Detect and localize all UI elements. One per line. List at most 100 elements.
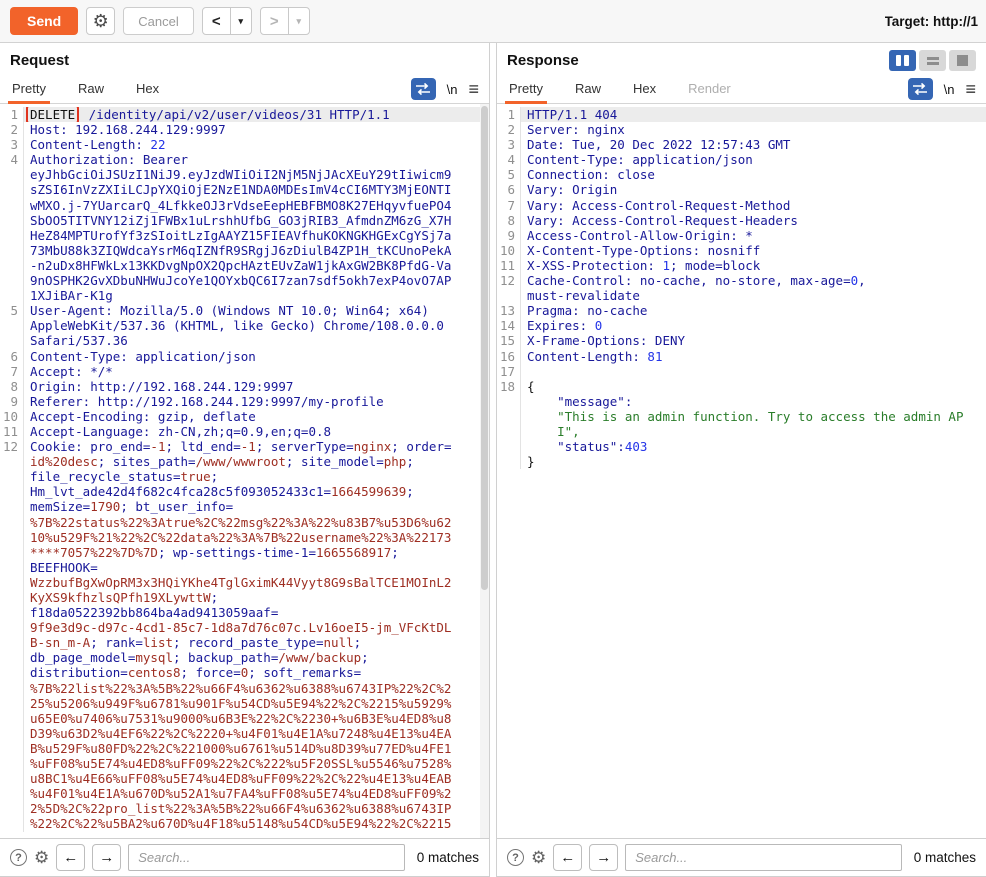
code-row: 8 Vary: Access-Control-Request-Headers <box>497 212 986 228</box>
code-line: Safari/537.36 <box>23 333 489 349</box>
code-row: 18 { <box>497 378 986 394</box>
code-line: distribution=centos8; force=0; soft_rema… <box>23 665 489 681</box>
code-token: ; backup_path= <box>173 650 279 666</box>
line-number: 10 <box>2 408 18 424</box>
columns-icon <box>904 55 909 66</box>
editor-menu-button[interactable]: ≡ <box>965 80 976 98</box>
code-row: B-sn_m-A; rank=list; record_paste_type=n… <box>0 635 489 651</box>
code-row: file_recycle_status=true; <box>0 469 489 485</box>
tab-render[interactable]: Render <box>686 81 733 103</box>
code-token: f18da0522392bb864ba4ad9413059aaf= <box>30 605 279 621</box>
wrap-arrows-icon <box>416 82 431 96</box>
request-scrollbar[interactable] <box>480 104 489 838</box>
code-row: "status":403 <box>497 439 986 455</box>
code-token: u8BC1%u4E66%uFF08%u5E74%u4ED8%uFF09%22%2… <box>30 771 452 787</box>
response-editor[interactable]: 1 HTTP/1.1 404 2 Server: nginx 3 Date: Tue, 2… <box>497 104 986 838</box>
line-number <box>0 530 23 545</box>
code-token: SbOO5TITVNY12iZj1FWBx1uLrshhUfbG_GO3jRIB… <box>30 212 452 228</box>
code-line: 9f9e3d9c-d97c-4cd1-85c7-1d8a7d76c07c.Lv1… <box>23 620 489 636</box>
line-number <box>0 771 23 786</box>
code-line: BEEFHOOK= <box>23 559 489 575</box>
code-token: Connection: close <box>527 167 655 183</box>
tab-pretty[interactable]: Pretty <box>505 81 547 104</box>
code-row: 5 User-Agent: Mozilla/5.0 (Windows NT 10.… <box>0 303 489 319</box>
code-token: 0 <box>850 273 859 289</box>
code-row: 7 Vary: Access-Control-Request-Method <box>497 197 986 213</box>
response-title: Response <box>507 52 579 69</box>
line-number <box>0 801 23 816</box>
code-line: %22%2C%22%u5BA2%u670D%u4F18%u5148%u54CD%… <box>23 816 489 832</box>
request-tabrow: Pretty Raw Hex \n ≡ <box>0 77 489 104</box>
arrow-left-icon: ← <box>63 849 79 866</box>
code-line: Vary: Access-Control-Request-Method <box>520 197 986 213</box>
code-token: Server: nginx <box>527 122 625 138</box>
show-newlines-toggle[interactable]: \n <box>944 82 955 97</box>
code-row: 12 Cache-Control: no-cache, no-store, max… <box>497 273 986 289</box>
code-row: B%u529F%u80FD%22%2C%221000%u6761%u514D%u… <box>0 740 489 757</box>
code-line: %7B%22status%22%3Atrue%2C%22msg%22%3A%22… <box>23 514 489 530</box>
code-line: B%u529F%u80FD%22%2C%221000%u6761%u514D%u… <box>23 740 489 757</box>
tab-raw[interactable]: Raw <box>573 81 603 103</box>
search-next-button[interactable]: → <box>589 844 619 871</box>
word-wrap-toggle-button[interactable] <box>907 78 933 100</box>
word-wrap-toggle-button[interactable] <box>410 78 436 100</box>
layout-single-button[interactable] <box>949 50 976 71</box>
line-number <box>0 741 23 756</box>
editor-menu-button[interactable]: ≡ <box>468 80 479 98</box>
tab-hex[interactable]: Hex <box>134 81 161 103</box>
code-line: ****7057%22%7D%7D; wp-settings-time-1=16… <box>23 544 489 560</box>
search-settings-icon[interactable]: ⚙ <box>34 849 49 866</box>
code-line: eyJhbGciOiJSUzI1NiJ9.eyJzdWIiOiI2NjM5NjJ… <box>23 167 489 183</box>
send-settings-button[interactable]: ⚙ <box>86 7 116 35</box>
tab-raw[interactable]: Raw <box>76 81 106 103</box>
line-number <box>0 454 23 469</box>
search-prev-button[interactable]: ← <box>56 844 86 871</box>
line-number: 3 <box>10 137 18 153</box>
code-row: %u4F01%u4E1A%u670D%u52A1%u7FA4%uFF08%u5E… <box>0 786 489 802</box>
line-number <box>0 258 23 273</box>
code-row: 9f9e3d9c-d97c-4cd1-85c7-1d8a7d76c07c.Lv1… <box>0 620 489 636</box>
help-icon[interactable]: ? <box>10 849 27 866</box>
request-search-input[interactable] <box>128 844 405 871</box>
line-number: 18 <box>499 378 515 394</box>
code-line: X-Frame-Options: DENY <box>520 333 986 349</box>
search-prev-button[interactable]: ← <box>553 844 583 871</box>
request-editor[interactable]: 1 DELETE /identity/api/v2/user/videos/31 … <box>0 104 489 838</box>
code-row: "message": <box>497 393 986 409</box>
code-line: 25%u5206%u949F%u6781%u901F%u54CD%u5E94%2… <box>23 695 489 711</box>
code-token: 9nOSPHK2GvXDbuNHWuJcoYe1QOYxbQC6I7zan7sd… <box>30 273 452 289</box>
back-button[interactable]: < <box>203 8 230 34</box>
cancel-button[interactable]: Cancel <box>123 7 194 35</box>
response-search-input[interactable] <box>625 844 902 871</box>
code-row: Safari/537.36 <box>0 333 489 349</box>
line-number <box>0 560 23 575</box>
scrollbar-thumb[interactable] <box>481 106 488 591</box>
search-next-button[interactable]: → <box>92 844 122 871</box>
layout-columns-button[interactable] <box>889 50 916 71</box>
tab-hex[interactable]: Hex <box>631 81 658 103</box>
code-row: I", <box>497 423 986 440</box>
back-history-dropdown[interactable]: ▾ <box>229 8 251 34</box>
code-token: HeZ84MPTUrofYf3zSIoitLzIgAAYZ15FIEAVfhuK… <box>30 227 452 243</box>
back-arrow-icon: < <box>211 12 221 30</box>
send-button[interactable]: Send <box>10 7 79 35</box>
line-number <box>497 439 520 454</box>
search-settings-icon[interactable]: ⚙ <box>531 849 546 866</box>
code-line: Expires: 0 <box>520 318 986 334</box>
line-number: 12 <box>2 439 18 455</box>
code-token: X-Frame-Options: DENY <box>527 333 686 349</box>
code-token: /www/backup <box>278 650 362 666</box>
layout-rows-button[interactable] <box>919 50 946 71</box>
code-line: wMXO.j-7YUarcarQ_4LfkkeOJ3rVdseEepHEBFBM… <box>23 197 489 213</box>
show-newlines-toggle[interactable]: \n <box>447 82 458 97</box>
request-searchbar: ? ⚙ ← → 0 matches <box>0 838 489 876</box>
code-line: Pragma: no-cache <box>520 303 986 319</box>
code-token: "This is an admin function. Try to acces… <box>527 408 964 424</box>
columns-icon <box>896 55 901 66</box>
code-token: KyXS9kfhzlsQPfh19XLywttW <box>30 590 211 605</box>
code-line: Server: nginx <box>520 122 986 138</box>
forward-history-dropdown[interactable]: ▾ <box>287 8 309 34</box>
forward-button[interactable]: > <box>261 8 288 34</box>
tab-pretty[interactable]: Pretty <box>8 81 50 104</box>
help-icon[interactable]: ? <box>507 849 524 866</box>
